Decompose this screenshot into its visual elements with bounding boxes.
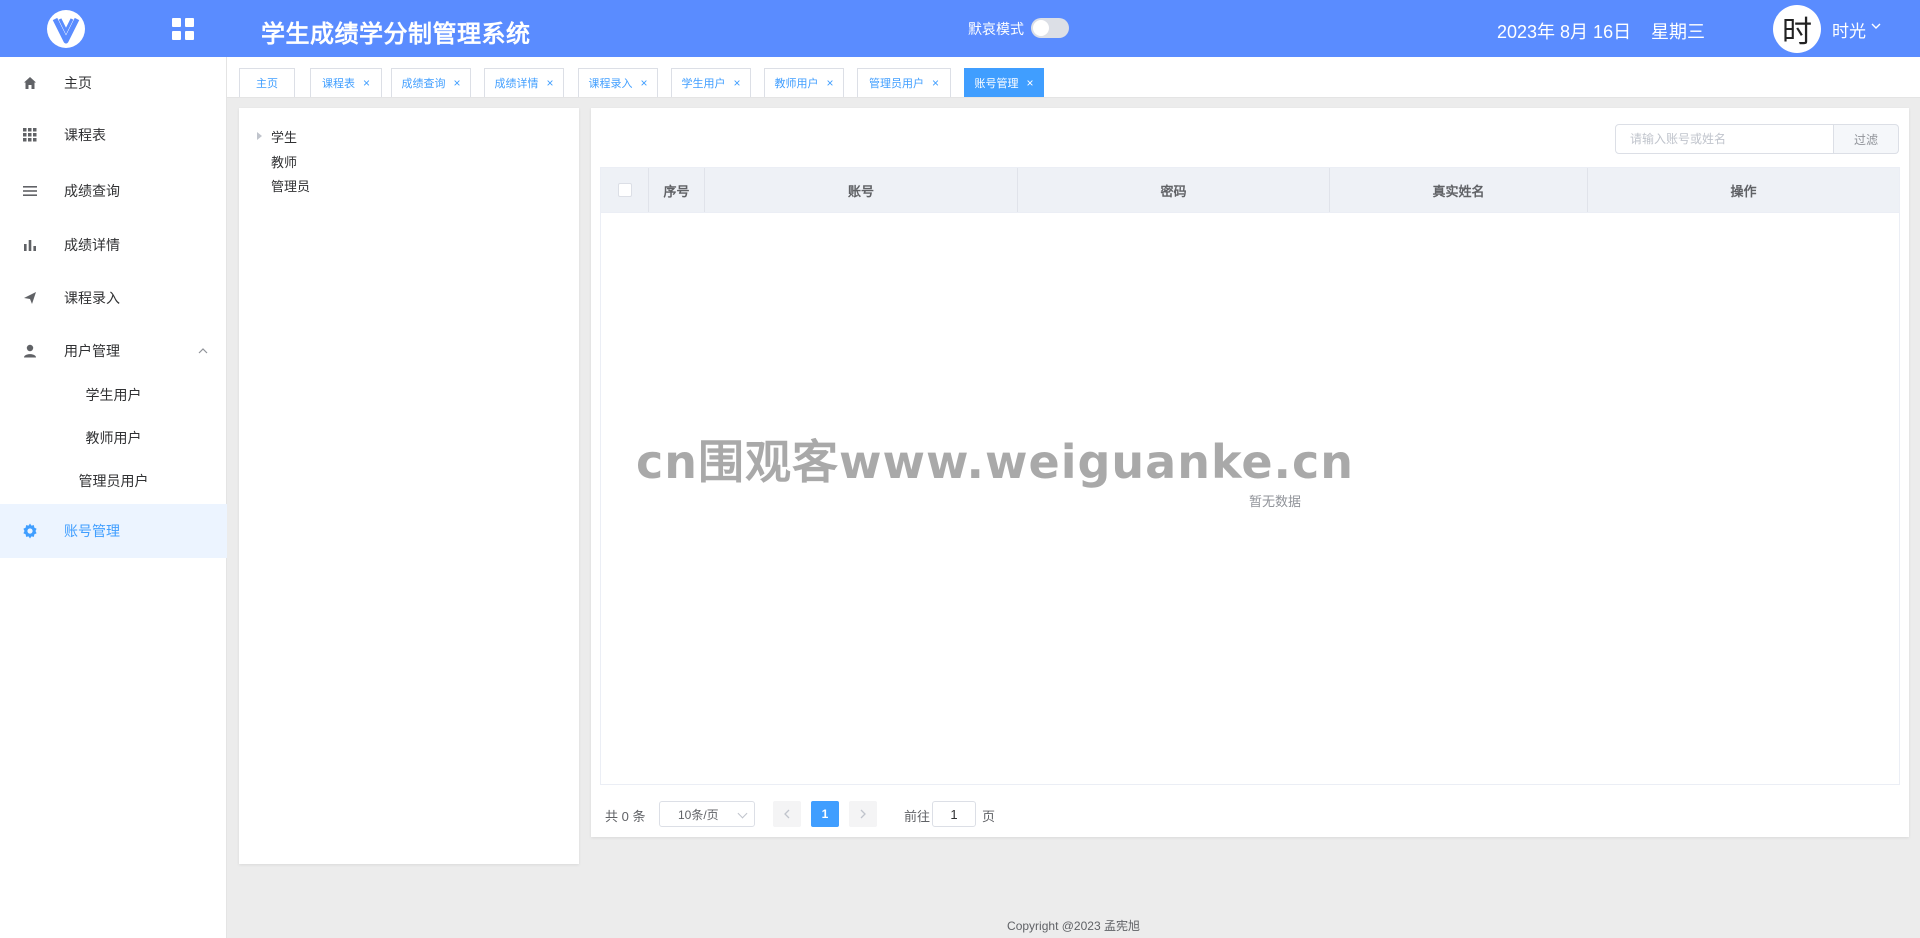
goto-page-input[interactable] [932,801,976,827]
sidebar-item-label: 成绩查询 [64,183,120,199]
send-icon [22,290,38,306]
apps-grid-icon[interactable] [172,18,194,40]
sidebar-item-label: 课程录入 [64,290,120,306]
select-all-cell [601,168,649,212]
chevron-up-icon [198,348,208,354]
sidebar-item-account-management[interactable]: 账号管理 [0,504,227,558]
home-icon [22,75,38,91]
page-number-1[interactable]: 1 [811,801,839,827]
empty-state-text: 暂无数据 [1248,494,1301,509]
tab-label: 账号管理 [974,78,1019,90]
app-title: 学生成绩学分制管理系统 [261,21,531,48]
prev-page-button[interactable] [773,801,801,827]
top-header: 学生成绩学分制管理系统 默哀模式 2023年 8月 16日 星期三 时 时光 [0,0,1920,57]
sidebar-subitem-student-users[interactable]: 学生用户 [0,374,227,416]
sidebar-item-home[interactable]: 主页 [0,57,227,109]
next-page-button[interactable] [849,801,877,827]
table-body: 暂无数据 [600,213,1900,785]
close-icon[interactable]: × [546,77,553,89]
avatar[interactable]: 时 [1773,5,1821,53]
tab-label: 课程表 [321,78,355,90]
sidebar-item-course-entry[interactable]: 课程录入 [0,272,227,324]
logo-icon[interactable] [46,9,86,49]
column-header-real-name: 真实姓名 [1330,168,1588,212]
close-icon[interactable]: × [1026,77,1033,89]
mourning-mode-label: 默哀模式 [968,21,1024,37]
mourning-mode-switch[interactable] [1031,18,1069,38]
chevron-down-icon [737,808,748,819]
sidebar: 主页 课程表 成绩查询 成绩详情 课程录入 用户管理 学生用户 教师用户 管理员… [0,57,227,938]
tab-home[interactable]: 主页 [239,68,295,97]
sidebar-item-schedule[interactable]: 课程表 [0,109,227,161]
tab-label: 管理员用户 [868,78,924,90]
sidebar-subitem-teacher-users[interactable]: 教师用户 [0,417,227,459]
tab-label: 教师用户 [774,78,819,90]
tab-teacher-users[interactable]: 教师用户 × [764,68,844,97]
close-icon[interactable]: × [733,77,740,89]
gear-icon [22,523,38,539]
username[interactable]: 时光 [1832,17,1866,42]
tab-label: 成绩详情 [494,78,539,90]
column-header-actions: 操作 [1730,183,1757,199]
select-all-checkbox[interactable] [617,183,632,197]
caret-right-icon[interactable] [257,132,262,140]
column-header-password: 密码 [1018,168,1330,212]
sidebar-item-user-management[interactable]: 用户管理 [0,325,227,377]
close-icon[interactable]: × [932,77,939,89]
goto-label: 前往 [904,809,931,824]
chevron-down-icon[interactable] [1871,21,1881,31]
footer-copyright: Copyright @2023 孟宪旭 [1007,919,1140,933]
tab-label: 学生用户 [681,78,726,90]
page-size-select[interactable]: 10条/页 [659,801,755,827]
close-icon[interactable]: × [826,77,833,89]
tabs-bar: 主页 课程表 × 成绩查询 × 成绩详情 × 课程录入 × 学生用户 × 教师用… [227,57,1920,98]
page-size-value: 10条/页 [678,807,719,822]
watermark: cn围观客www.weiguanke.cn [636,435,1355,489]
sidebar-item-label: 课程表 [64,127,106,143]
close-icon[interactable]: × [640,77,647,89]
tab-course-entry[interactable]: 课程录入 × [578,68,658,97]
sidebar-subitem-label: 管理员用户 [78,473,149,489]
close-icon[interactable]: × [363,77,370,89]
bar-chart-icon [22,237,38,253]
pagination-total: 共 0 条 [605,809,646,824]
sidebar-item-label: 账号管理 [64,523,120,539]
tab-label: 课程录入 [588,78,633,90]
sidebar-item-grade-detail[interactable]: 成绩详情 [0,219,227,271]
table-header: 序号 账号 密码 真实姓名 操作 [600,167,1900,213]
chevron-right-icon [860,809,866,819]
close-icon[interactable]: × [453,77,460,89]
filter-button[interactable]: 过滤 [1834,124,1899,154]
list-icon [22,183,38,199]
sidebar-item-grade-query[interactable]: 成绩查询 [0,165,227,217]
tab-account-management[interactable]: 账号管理 × [964,68,1044,97]
current-date: 2023年 8月 16日 [1497,22,1632,42]
column-header-account: 账号 [705,168,1018,212]
tab-schedule[interactable]: 课程表 × [310,68,382,97]
search-input[interactable] [1615,124,1834,154]
column-header-index: 序号 [649,168,705,212]
tree-node-admin[interactable]: 管理员 [271,176,310,195]
tab-label: 成绩查询 [401,78,446,90]
sidebar-subitem-label: 教师用户 [85,430,142,446]
role-tree-panel: 学生 教师 管理员 [239,108,579,864]
grid-icon [22,127,38,143]
tree-node-teacher[interactable]: 教师 [271,152,297,171]
tab-grade-query[interactable]: 成绩查询 × [391,68,471,97]
sidebar-item-label: 主页 [64,75,92,91]
tab-admin-users[interactable]: 管理员用户 × [857,68,951,97]
user-icon [22,343,38,359]
sidebar-item-label: 成绩详情 [64,237,120,253]
pagination: 共 0 条 10条/页 1 前往 页 [591,798,1909,828]
tree-node-student[interactable]: 学生 [271,127,297,146]
sidebar-subitem-label: 学生用户 [85,387,142,403]
sidebar-item-label: 用户管理 [64,343,120,359]
sidebar-subitem-admin-users[interactable]: 管理员用户 [0,460,227,502]
current-weekday: 星期三 [1651,22,1705,42]
tab-label: 主页 [256,78,278,90]
goto-unit: 页 [982,809,996,824]
tab-student-users[interactable]: 学生用户 × [671,68,751,97]
chevron-left-icon [784,809,790,819]
tab-grade-detail[interactable]: 成绩详情 × [484,68,564,97]
